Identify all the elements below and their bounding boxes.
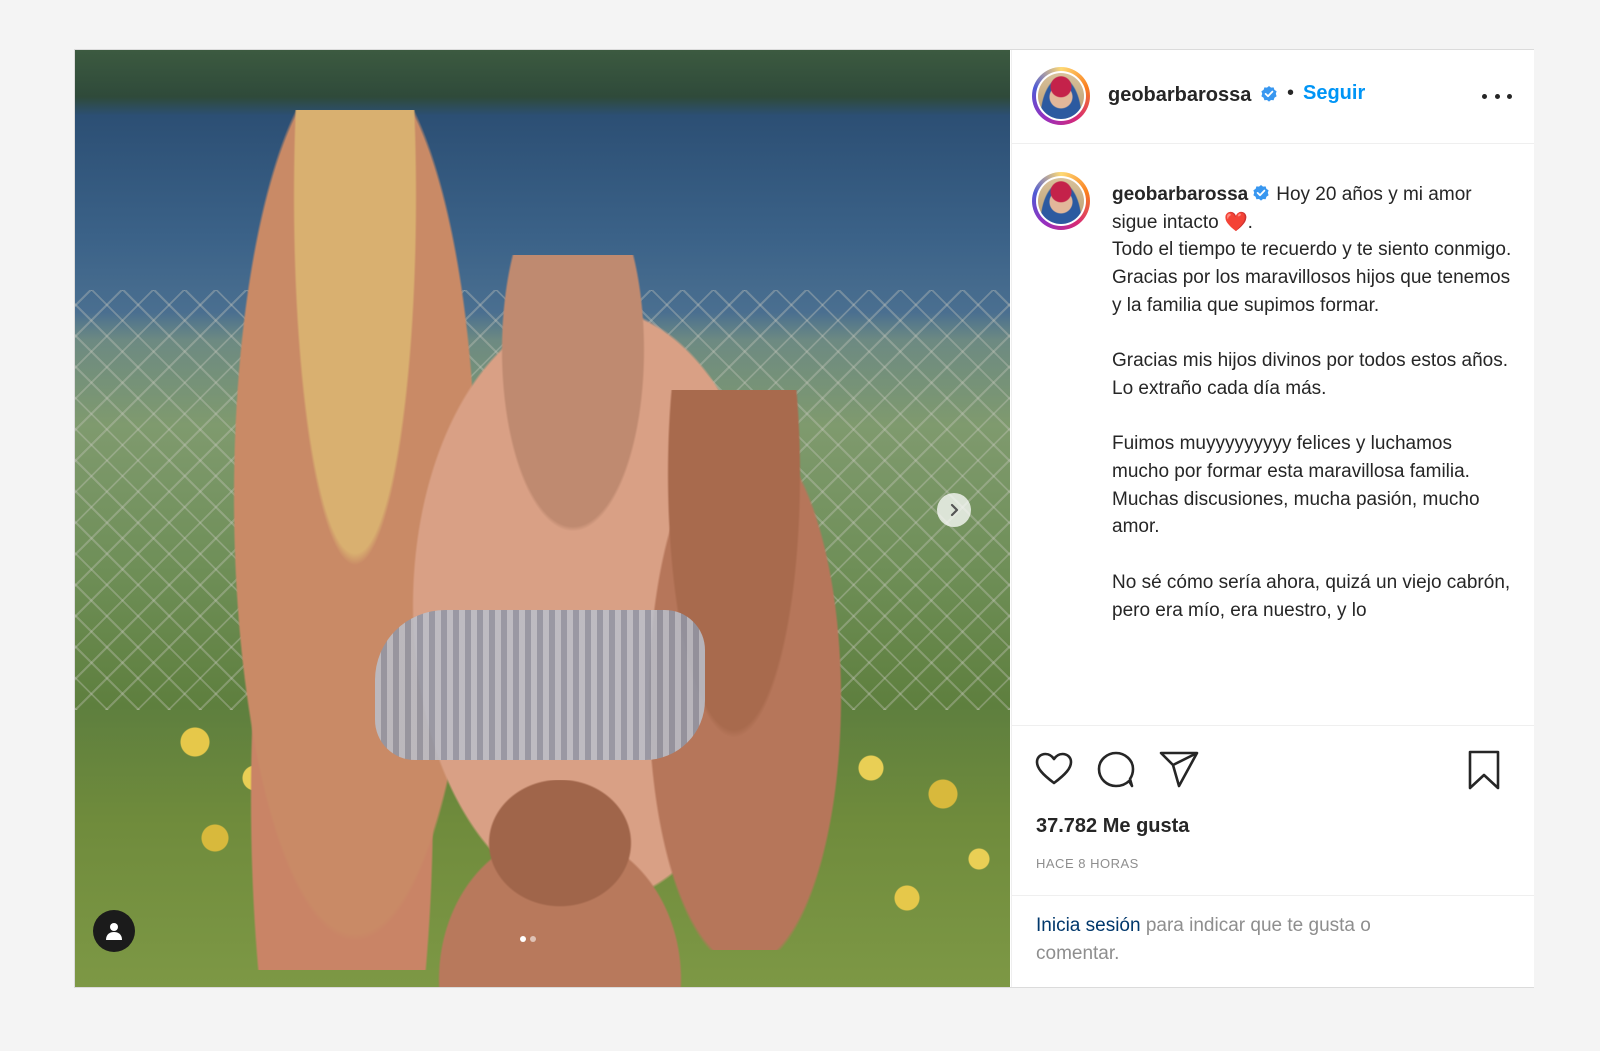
user-tags-button[interactable] xyxy=(93,910,135,952)
like-button[interactable] xyxy=(1032,748,1076,792)
save-button[interactable] xyxy=(1462,748,1506,792)
more-options-button[interactable] xyxy=(1482,84,1512,108)
photo-person-child xyxy=(395,780,725,987)
author-avatar[interactable] xyxy=(1032,67,1090,125)
caption-body: Todo el tiempo te recuerdo y te siento c… xyxy=(1112,239,1512,621)
follow-button[interactable]: Seguir xyxy=(1303,82,1365,105)
chevron-right-icon xyxy=(950,503,959,517)
carousel-next-button[interactable] xyxy=(937,493,971,527)
caption-fade xyxy=(1012,698,1534,724)
comment-icon xyxy=(1097,751,1135,788)
more-options-icon xyxy=(1482,93,1487,99)
post-header: geobarbarossa • Seguir xyxy=(1012,50,1534,144)
verified-badge-icon xyxy=(1253,185,1269,201)
caption-username[interactable]: geobarbarossa xyxy=(1112,184,1248,205)
post-caption: geobarbarossa Hoy 20 años y mi amor sigue… xyxy=(1112,181,1512,624)
comment-button[interactable] xyxy=(1094,748,1138,792)
instagram-post: geobarbarossa • Seguir geobarbarossa Hoy … xyxy=(74,49,1534,988)
caption-section: geobarbarossa Hoy 20 años y mi amor sigue… xyxy=(1012,144,1534,724)
carousel-dot xyxy=(530,936,536,942)
bookmark-icon xyxy=(1468,750,1500,790)
caption-first-line-end: . xyxy=(1247,211,1253,233)
caption-author-avatar[interactable] xyxy=(1032,172,1090,230)
login-link[interactable]: Inicia sesión xyxy=(1036,915,1141,936)
share-button[interactable] xyxy=(1157,748,1201,792)
avatar-image xyxy=(1038,178,1084,224)
post-timestamp[interactable]: HACE 8 HORAS xyxy=(1036,856,1139,871)
heart-icon xyxy=(1035,752,1073,785)
login-prompt: Inicia sesión para indicar que te gusta … xyxy=(1036,912,1456,968)
avatar-image xyxy=(1038,73,1084,119)
post-side-panel: geobarbarossa • Seguir geobarbarossa Hoy … xyxy=(1011,50,1534,987)
carousel-indicator xyxy=(520,936,536,942)
carousel-dot-active xyxy=(520,936,526,942)
header-separator: • xyxy=(1287,82,1295,104)
author-username[interactable]: geobarbarossa xyxy=(1108,84,1251,107)
verified-badge-icon xyxy=(1261,86,1277,102)
likes-count[interactable]: 37.782 Me gusta xyxy=(1036,815,1189,838)
photo-shorts xyxy=(375,610,705,760)
heart-emoji: ❤️ xyxy=(1223,211,1248,233)
login-prompt-bar: Inicia sesión para indicar que te gusta … xyxy=(1012,895,1534,988)
post-photo[interactable] xyxy=(75,50,1010,987)
paper-plane-icon xyxy=(1159,751,1199,788)
user-tag-icon xyxy=(106,923,122,940)
photo-flowers-right xyxy=(835,690,1010,950)
